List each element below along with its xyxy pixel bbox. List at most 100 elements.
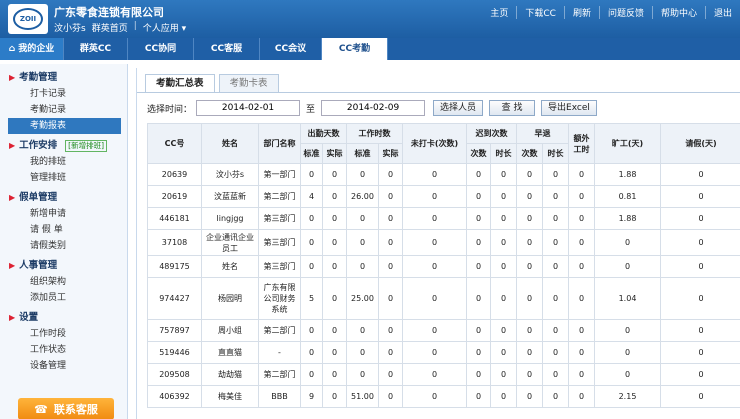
table-cell: 406392	[147, 385, 202, 408]
tab-my-company[interactable]: ⌂ 我的企业	[0, 38, 64, 60]
table-cell: 汶蓝蓝新	[201, 185, 259, 208]
sidebar-item-work-status[interactable]: 工作状态	[0, 342, 127, 358]
chevron-down-icon: ▾	[181, 24, 187, 34]
sidebar-item-punch-records[interactable]: 打卡记录	[0, 86, 127, 102]
table-cell: 0	[542, 319, 569, 342]
table-cell: 0	[568, 207, 595, 230]
sidebar-item-leave-form[interactable]: 请 假 单	[0, 222, 127, 238]
sidebar-item-my-schedule[interactable]: 我的排班	[0, 154, 127, 170]
tab-qunying-cc[interactable]: 群英CC	[64, 38, 128, 60]
sidebar-item-manage-schedule[interactable]: 管理排班	[0, 170, 127, 186]
table-cell: 0	[542, 207, 569, 230]
to-label: 至	[306, 104, 316, 115]
start-date-input[interactable]	[196, 100, 301, 116]
sidebar-group-attendance[interactable]: ▶ 考勤管理	[0, 70, 127, 86]
select-person-button[interactable]: 选择人员	[433, 100, 484, 116]
tab-cc-meeting[interactable]: CC会议	[260, 38, 322, 60]
table-cell: 直直猫	[201, 341, 259, 364]
table-cell: 0	[516, 319, 543, 342]
top-link-download[interactable]: 下载CC	[516, 6, 564, 19]
table-cell: 第二部门	[258, 319, 301, 342]
group-label: 假单管理	[19, 192, 58, 203]
tab-card-report[interactable]: 考勤卡表	[218, 74, 279, 92]
table-row: 20639 汶小芬s 第一部门 0 0 0 0 0 0 0 0 0 0 1.88 0	[147, 163, 740, 186]
table-cell: 0	[660, 207, 740, 230]
end-date-input[interactable]	[321, 100, 426, 116]
table-cell: 4	[300, 185, 323, 208]
sidebar-item-add-employee[interactable]: 添加员工	[0, 290, 127, 306]
export-excel-button[interactable]: 导出Excel	[541, 100, 597, 116]
table-cell: 0	[378, 363, 403, 386]
table-cell: 0	[490, 185, 517, 208]
attendance-summary-table: CC号 姓名 部门名称 出勤天数 工作时数 未打卡(次数) 迟到次数 早退 额外…	[147, 123, 740, 408]
sidebar-item-device-mgmt[interactable]: 设备管理	[0, 358, 127, 374]
sidebar-item-new-request[interactable]: 新增申请	[0, 206, 127, 222]
table-cell: 0	[322, 163, 347, 186]
table-cell: 0	[660, 277, 740, 320]
sidebar-group-settings[interactable]: ▶ 设置	[0, 310, 127, 326]
table-cell: 0	[466, 319, 491, 342]
top-link-help[interactable]: 帮助中心	[651, 6, 705, 19]
top-link-home[interactable]: 主页	[482, 6, 516, 19]
tab-summary-report[interactable]: 考勤汇总表	[145, 74, 215, 92]
top-link-feedback[interactable]: 问题反馈	[598, 6, 652, 19]
table-cell: 20639	[147, 163, 202, 186]
table-cell: 0	[402, 341, 467, 364]
personal-app-link[interactable]: 个人应用 ▾	[143, 21, 186, 34]
table-cell: 0	[542, 229, 569, 256]
sidebar-item-work-period[interactable]: 工作时段	[0, 326, 127, 342]
sidebar-item-org-structure[interactable]: 组织架构	[0, 274, 127, 290]
table-cell: 0	[378, 385, 403, 408]
col-no-punch: 未打卡(次数)	[402, 123, 467, 164]
table-cell: 广东有限公司财务系统	[258, 277, 301, 320]
table-cell: lingjgg	[201, 207, 259, 230]
table-cell: 0	[660, 319, 740, 342]
table-cell: 0	[300, 229, 323, 256]
table-cell: 0	[568, 163, 595, 186]
sidebar-group-work-schedule[interactable]: ▶ 工作安排 [新增排班]	[0, 138, 127, 154]
table-cell: 0	[490, 163, 517, 186]
sidebar-group-leave[interactable]: ▶ 假单管理	[0, 190, 127, 206]
table-cell: 0	[346, 207, 379, 230]
sidebar-group-hr[interactable]: ▶ 人事管理	[0, 258, 127, 274]
table-cell: 0	[322, 229, 347, 256]
table-cell: 0	[516, 185, 543, 208]
table-cell: 0	[516, 255, 543, 278]
table-cell: 974427	[147, 277, 202, 320]
col-days-actual: 实际	[322, 143, 347, 164]
table-cell: 0	[490, 319, 517, 342]
table-cell: 第三部门	[258, 255, 301, 278]
tab-cc-collab[interactable]: CC协同	[128, 38, 194, 60]
table-cell: 0	[300, 341, 323, 364]
table-cell: 1.88	[594, 207, 661, 230]
table-row: 37108 企业通讯企业员工 第三部门 0 0 0 0 0 0 0 0 0 0 0 0	[147, 229, 740, 256]
table-cell: 1.04	[594, 277, 661, 320]
tab-divider	[137, 92, 740, 93]
table-cell: BBB	[258, 385, 301, 408]
table-cell: 0	[594, 319, 661, 342]
search-button[interactable]: 查 找	[489, 100, 536, 116]
table-cell: 0	[660, 363, 740, 386]
tab-cc-attendance[interactable]: CC考勤	[322, 38, 388, 60]
table-cell: 0	[466, 163, 491, 186]
home-link[interactable]: 群英首页	[92, 21, 128, 34]
tab-cc-service[interactable]: CC客服	[194, 38, 260, 60]
contact-service-button[interactable]: ☎ 联系客服	[18, 398, 114, 419]
sidebar-item-leave-type[interactable]: 请假类别	[0, 238, 127, 254]
table-cell: 0	[402, 207, 467, 230]
user-name[interactable]: 汶小芬s	[54, 21, 86, 34]
table-cell: 0	[322, 207, 347, 230]
table-cell: 0	[594, 363, 661, 386]
table-cell: 0	[346, 363, 379, 386]
new-schedule-badge[interactable]: [新增排班]	[65, 140, 108, 152]
separator: |	[133, 21, 137, 31]
sidebar-item-attendance-records[interactable]: 考勤记录	[0, 102, 127, 118]
sidebar-item-attendance-report[interactable]: 考勤报表	[8, 118, 121, 134]
table-cell: 0	[466, 363, 491, 386]
table-cell: 0	[300, 255, 323, 278]
top-link-logout[interactable]: 退出	[704, 6, 740, 19]
table-cell: 0	[300, 163, 323, 186]
table-cell: 0	[542, 341, 569, 364]
table-cell: 0	[322, 255, 347, 278]
top-link-refresh[interactable]: 刷新	[563, 6, 599, 19]
